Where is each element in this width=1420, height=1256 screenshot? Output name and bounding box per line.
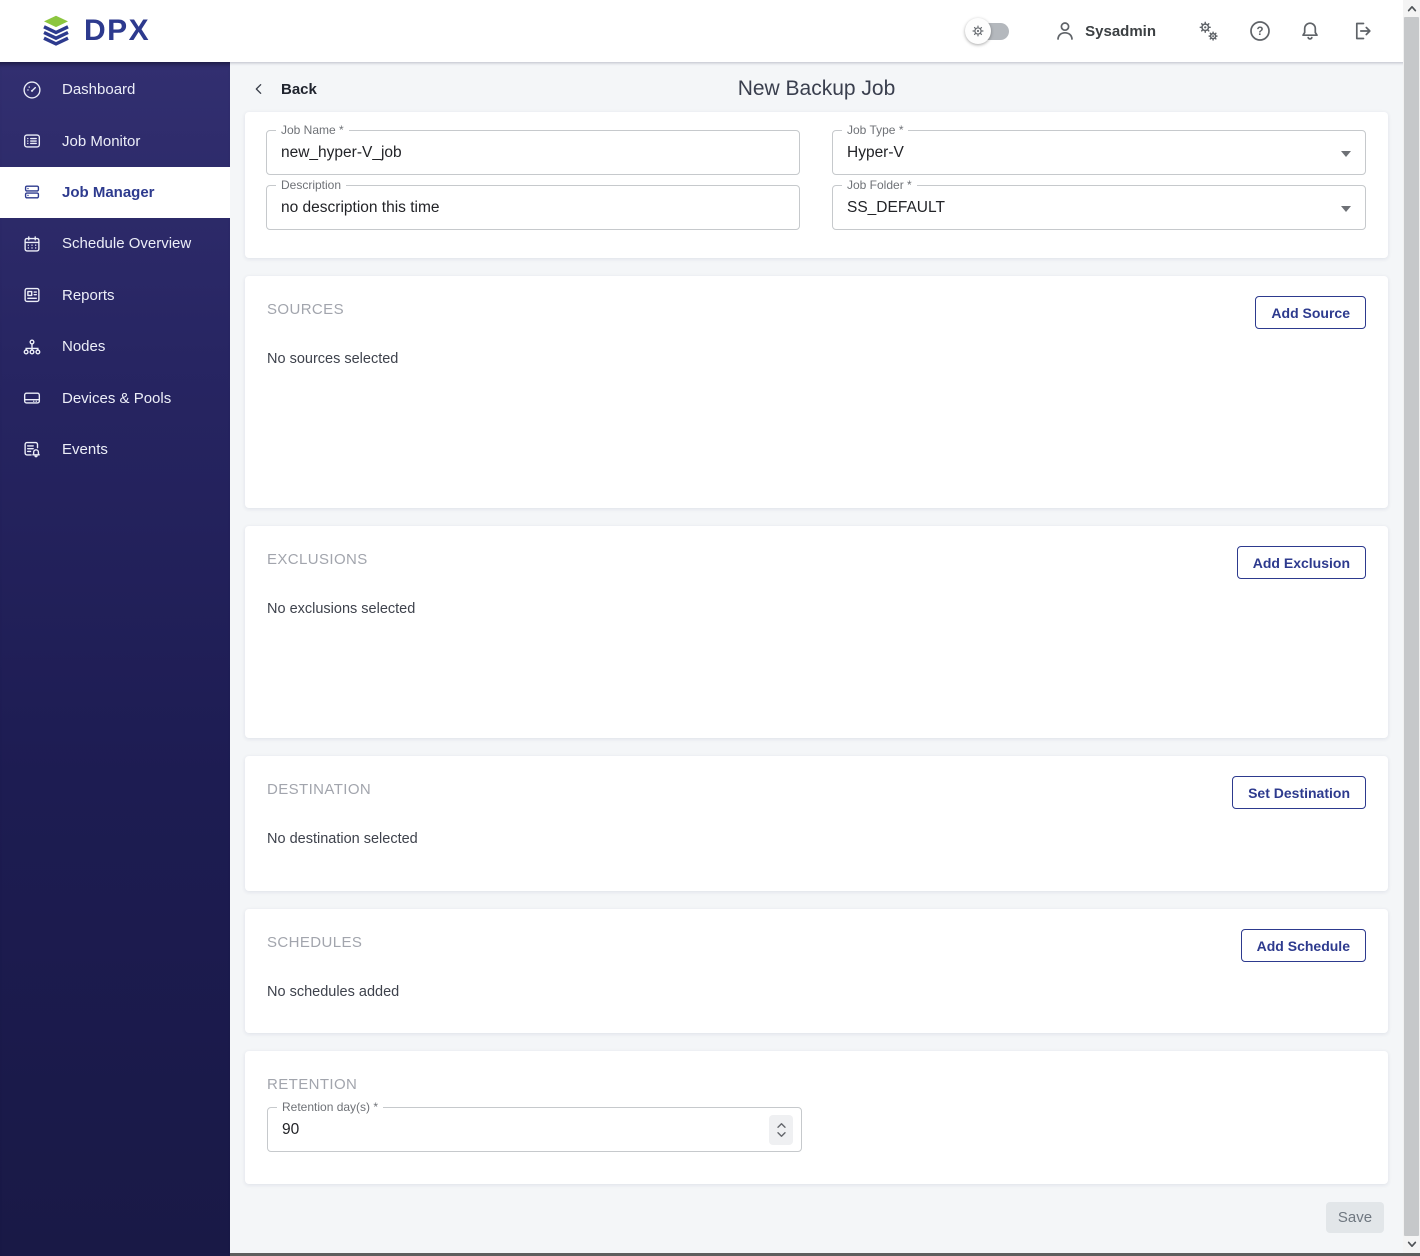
help-button[interactable]: ? — [1248, 19, 1272, 43]
sidebar-item-nodes[interactable]: Nodes — [0, 321, 230, 372]
job-type-select[interactable]: Job Type * Hyper-V — [832, 123, 1366, 175]
sidebar-item-schedule-overview[interactable]: Schedule Overview — [0, 218, 230, 269]
chevron-down-icon — [1341, 205, 1351, 212]
schedules-empty-text: No schedules added — [267, 984, 400, 1000]
back-button[interactable]: Back — [245, 81, 317, 98]
system-settings-button[interactable] — [1196, 19, 1220, 43]
save-button[interactable]: Save — [1326, 1202, 1384, 1233]
retention-field-wrap: Retention day(s) * — [267, 1100, 802, 1152]
main-content: Back New Backup Job Job Name * Job Type … — [230, 62, 1403, 1253]
job-details-card: Job Name * Job Type * Hyper-V Descriptio… — [245, 112, 1388, 258]
sidebar-item-job-manager[interactable]: Job Manager — [0, 166, 230, 219]
stepper-up-icon — [776, 1122, 786, 1128]
add-exclusion-button[interactable]: Add Exclusion — [1236, 546, 1366, 579]
job-folder-select[interactable]: Job Folder * SS_DEFAULT — [832, 178, 1366, 230]
svg-text:?: ? — [1256, 26, 1263, 38]
help-icon: ? — [1250, 21, 1270, 41]
description-input[interactable] — [281, 198, 785, 217]
retention-title: RETENTION — [267, 1076, 358, 1093]
add-source-button[interactable]: Add Source — [1255, 296, 1366, 329]
scrollbar-thumb[interactable] — [1404, 17, 1419, 1236]
page-header: Back New Backup Job — [245, 66, 1388, 112]
reports-icon — [24, 288, 40, 303]
topbar: DPX Sysadmin ? — [0, 0, 1420, 62]
logout-icon — [1355, 22, 1371, 40]
destination-title: DESTINATION — [267, 781, 372, 798]
job-name-label: Job Name * — [276, 123, 349, 137]
sources-section: SOURCES Add Source No sources selected — [245, 276, 1388, 508]
stepper-down-icon — [776, 1131, 786, 1137]
sources-empty-text: No sources selected — [267, 351, 399, 367]
exclusions-empty-text: No exclusions selected — [267, 601, 416, 617]
schedule-icon — [24, 236, 40, 252]
sidebar-item-job-monitor[interactable]: Job Monitor — [0, 115, 230, 166]
logout-button[interactable] — [1350, 19, 1374, 43]
user-icon — [1057, 22, 1073, 40]
sidebar-item-label: Dashboard — [62, 81, 136, 99]
dashboard-icon — [23, 81, 41, 99]
user-name: Sysadmin — [1085, 22, 1156, 40]
user-menu[interactable]: Sysadmin — [1053, 19, 1156, 43]
page-title: New Backup Job — [737, 77, 896, 100]
brand-wordmark: DPX — [84, 14, 151, 47]
footer-actions: Save — [245, 1202, 1388, 1233]
chevron-down-icon — [1341, 150, 1351, 157]
sidebar-item-label: Devices & Pools — [62, 389, 172, 407]
sidebar-item-events[interactable]: Events — [0, 424, 230, 475]
exclusions-title: EXCLUSIONS — [267, 551, 368, 568]
retention-label: Retention day(s) * — [277, 1100, 384, 1114]
sidebar-item-label: Schedule Overview — [62, 235, 192, 253]
nodes-icon — [23, 339, 41, 355]
sidebar-item-label: Reports — [62, 286, 115, 304]
retention-section: RETENTION Retention day(s) * — [245, 1051, 1388, 1184]
job-folder-value: SS_DEFAULT — [847, 198, 945, 216]
sidebar-item-label: Job Manager — [62, 183, 155, 201]
sidebar-item-label: Nodes — [62, 338, 106, 356]
destination-section: DESTINATION Set Destination No destinati… — [245, 756, 1388, 891]
sidebar-item-label: Job Monitor — [62, 132, 141, 150]
quantity-stepper[interactable] — [769, 1114, 793, 1145]
toggle-thumb — [965, 18, 992, 44]
notifications-button[interactable] — [1298, 19, 1322, 43]
settings-toggle[interactable] — [965, 18, 1011, 44]
exclusions-section: EXCLUSIONS Add Exclusion No exclusions s… — [245, 526, 1388, 738]
sidebar-item-devices-pools[interactable]: Devices & Pools — [0, 372, 230, 423]
back-label: Back — [281, 80, 317, 98]
brand-logo: DPX — [38, 13, 150, 49]
job-manager-icon — [24, 185, 40, 200]
description-field-wrap: Description — [266, 178, 800, 230]
job-folder-label: Job Folder * — [842, 178, 917, 192]
vertical-scrollbar[interactable] — [1403, 0, 1420, 1253]
events-icon — [24, 442, 40, 458]
chevron-left-icon — [255, 84, 262, 94]
retention-days-input[interactable] — [282, 1120, 787, 1139]
set-destination-button[interactable]: Set Destination — [1232, 776, 1366, 809]
add-schedule-button[interactable]: Add Schedule — [1240, 929, 1366, 962]
devices-icon — [23, 392, 41, 404]
job-type-label: Job Type * — [842, 123, 909, 137]
sidebar-item-dashboard[interactable]: Dashboard — [0, 64, 230, 115]
job-monitor-icon — [23, 134, 41, 148]
job-name-input[interactable] — [281, 143, 785, 162]
sidebar: Dashboard Job Monitor Job Manager Schedu… — [0, 62, 230, 1256]
sidebar-item-label: Events — [62, 440, 108, 458]
gear-icon — [972, 25, 984, 37]
cogs-icon — [1199, 21, 1218, 41]
job-type-value: Hyper-V — [847, 143, 904, 161]
sources-title: SOURCES — [267, 301, 344, 318]
sidebar-item-reports[interactable]: Reports — [0, 270, 230, 321]
dpx-layers-icon — [43, 15, 69, 46]
scroll-up-arrow-icon[interactable] — [1403, 0, 1420, 17]
schedules-title: SCHEDULES — [267, 934, 363, 951]
bell-icon — [1302, 22, 1318, 40]
destination-empty-text: No destination selected — [267, 831, 418, 847]
scroll-down-arrow-icon[interactable] — [1403, 1236, 1420, 1253]
job-name-field-wrap: Job Name * — [266, 123, 800, 175]
description-label: Description — [276, 178, 347, 192]
schedules-section: SCHEDULES Add Schedule No schedules adde… — [245, 909, 1388, 1033]
